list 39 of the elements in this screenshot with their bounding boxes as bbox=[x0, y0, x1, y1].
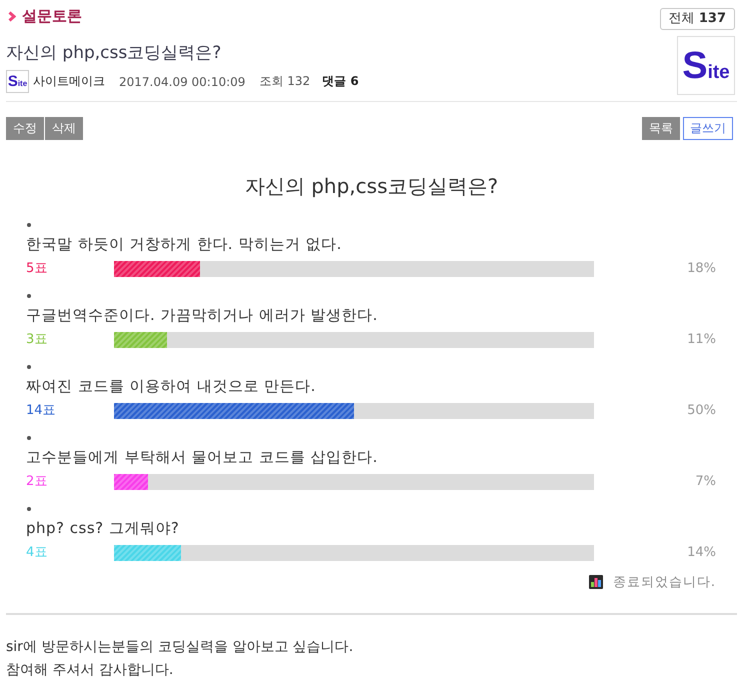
percent-label: 50% bbox=[686, 403, 717, 419]
bullet-icon bbox=[27, 223, 31, 227]
percent-label: 18% bbox=[686, 261, 717, 277]
vote-count: 14표 bbox=[26, 403, 57, 419]
vote-count: 3표 bbox=[26, 332, 48, 348]
percent-label: 7% bbox=[694, 474, 717, 490]
bar-chart-icon bbox=[588, 575, 603, 589]
vote-count: 5표 bbox=[26, 261, 48, 277]
chevron-icon bbox=[8, 10, 16, 22]
poll-title: 자신의 php,css코딩실력은? bbox=[244, 174, 500, 198]
post-date: 2017.04.09 00:10:09 bbox=[119, 74, 246, 88]
post-body-text: 참여해 주셔서 감사합니다. bbox=[6, 661, 174, 680]
category-title: 설문토론 bbox=[22, 8, 82, 24]
post-body-text: sir에 방문하시는분들의 코딩실력을 알아보고 싶습니다. bbox=[6, 638, 354, 657]
author-name[interactable]: 사이트메이크 bbox=[33, 73, 105, 90]
bullet-icon bbox=[27, 294, 31, 298]
percent-label: 11% bbox=[686, 332, 717, 348]
comment-count: 댓글 6 bbox=[322, 73, 359, 90]
vote-count: 4표 bbox=[26, 545, 48, 561]
write-button[interactable]: 글쓰기 bbox=[683, 117, 733, 140]
percent-label: 14% bbox=[686, 545, 717, 561]
total-count-badge: 전체 137 bbox=[660, 8, 735, 30]
post-title: 자신의 php,css코딩실력은? bbox=[6, 43, 222, 63]
poll-option-text: 한국말 하듯이 거창하게 한다. 막히는거 없다. bbox=[26, 234, 343, 254]
poll-option-text: php? css? 그게뭐야? bbox=[26, 518, 180, 538]
view-count: 조회 132 bbox=[259, 73, 310, 90]
poll-option-text: 구글번역수준이다. 가끔막히거나 에러가 발생한다. bbox=[26, 305, 379, 325]
bullet-icon bbox=[27, 507, 31, 511]
poll-option-text: 짜여진 코드를 이용하여 내것으로 만든다. bbox=[26, 376, 317, 396]
poll-status-text: 종료되었습니다. bbox=[612, 574, 716, 591]
site-logo-thumbnail: Site bbox=[677, 36, 735, 95]
edit-button[interactable]: 수정 bbox=[6, 117, 44, 140]
delete-button[interactable]: 삭제 bbox=[45, 117, 83, 140]
vote-count: 2표 bbox=[26, 474, 48, 490]
bullet-icon bbox=[27, 365, 31, 369]
poll-option-text: 고수분들에게 부탁해서 물어보고 코드를 삽입한다. bbox=[26, 447, 379, 467]
bullet-icon bbox=[27, 436, 31, 440]
author-avatar-logo: Site bbox=[6, 70, 29, 93]
list-button[interactable]: 목록 bbox=[642, 117, 680, 140]
